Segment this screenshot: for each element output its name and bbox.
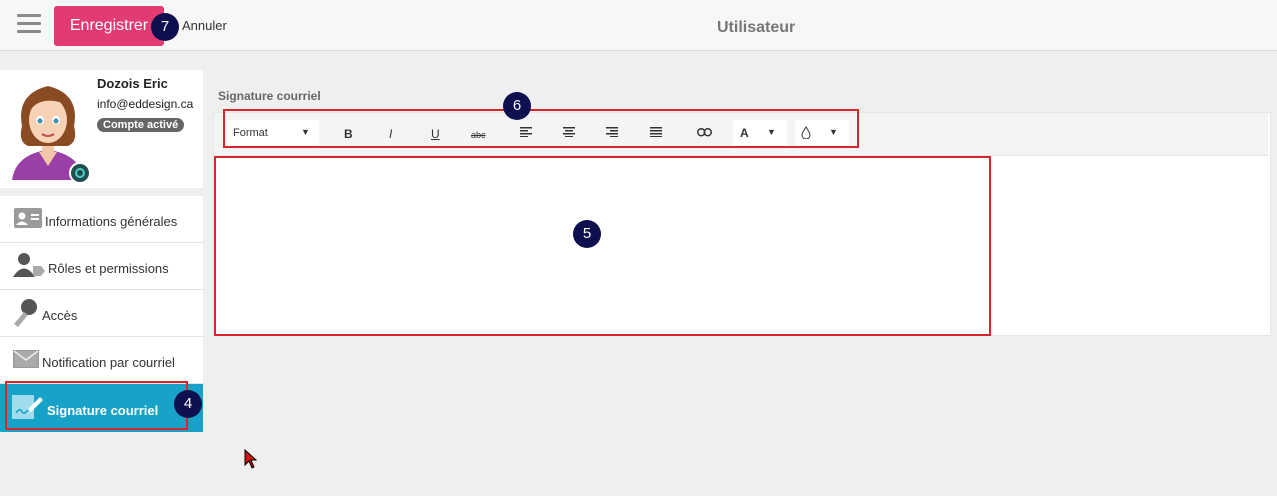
editor-content-area[interactable] xyxy=(215,157,989,334)
annotation-marker-5: 5 xyxy=(573,220,601,248)
annotation-highlight-box xyxy=(223,109,859,148)
sidebar-item-roles-permissions[interactable]: Rôles et permissions xyxy=(0,243,203,290)
user-email: info@eddesign.ca xyxy=(97,97,194,111)
cancel-link[interactable]: Annuler xyxy=(182,18,227,33)
sidebar-item-notification-courriel[interactable]: Notification par courriel xyxy=(0,337,203,384)
annotation-highlight-box xyxy=(5,381,188,430)
id-card-icon xyxy=(14,208,42,233)
sidebar-item-informations-generales[interactable]: Informations générales xyxy=(0,196,203,243)
sidebar-item-label: Accès xyxy=(42,308,78,323)
save-button[interactable]: Enregistrer xyxy=(54,6,164,46)
page-title: Utilisateur xyxy=(717,19,796,36)
envelope-icon xyxy=(13,350,39,373)
user-name: Dozois Eric xyxy=(97,76,168,91)
sidebar-item-label: Informations générales xyxy=(45,214,178,229)
mouse-pointer-icon xyxy=(244,448,258,474)
annotation-marker-7: 7 xyxy=(151,13,179,41)
annotation-marker-6: 6 xyxy=(503,92,531,120)
sidebar-item-acces[interactable]: Accès xyxy=(0,290,203,337)
status-badge: Compte activé xyxy=(97,118,185,132)
section-title: Signature courriel xyxy=(218,89,321,103)
hamburger-menu-icon[interactable] xyxy=(17,14,41,34)
camera-icon[interactable] xyxy=(69,162,91,184)
sidebar-item-label: Notification par courriel xyxy=(42,355,175,370)
user-tag-icon xyxy=(13,252,45,283)
annotation-marker-4: 4 xyxy=(174,390,202,418)
key-icon xyxy=(12,298,40,333)
sidebar-item-label: Rôles et permissions xyxy=(48,261,169,276)
